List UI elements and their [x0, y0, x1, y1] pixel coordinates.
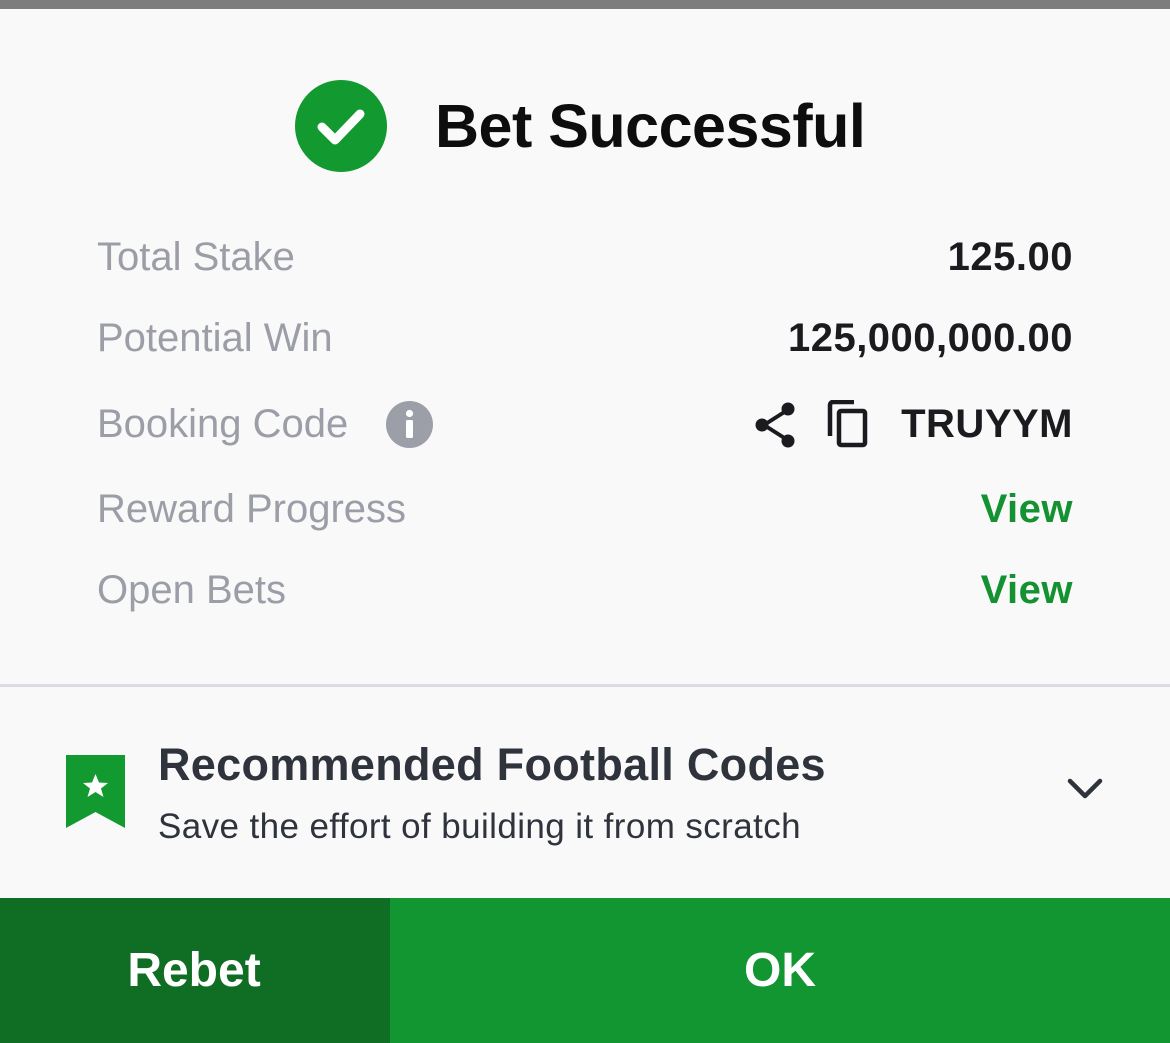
- booking-code-value[interactable]: TRUYYM: [901, 394, 1073, 454]
- recommended-subtitle: Save the effort of building it from scra…: [158, 807, 801, 846]
- booking-code-row: Booking Code TRUYYM: [97, 394, 1073, 454]
- sheet-top-edge: [0, 0, 1170, 9]
- check-circle-icon: [295, 80, 387, 172]
- copy-icon[interactable]: [826, 399, 870, 453]
- info-icon[interactable]: [386, 401, 433, 448]
- open-bets-row: Open Bets View: [97, 560, 1073, 620]
- page-title: Bet Successful: [435, 92, 866, 160]
- total-stake-label: Total Stake: [97, 235, 295, 279]
- reward-progress-row: Reward Progress View: [97, 479, 1073, 539]
- open-bets-label: Open Bets: [97, 568, 287, 612]
- share-icon[interactable]: [753, 401, 799, 454]
- ok-button[interactable]: OK: [390, 898, 1170, 1043]
- total-stake-value: 125.00: [947, 235, 1073, 279]
- potential-win-value: 125,000,000.00: [787, 316, 1073, 360]
- open-bets-view-link[interactable]: View: [981, 560, 1073, 620]
- bookmark-star-icon: [66, 755, 126, 834]
- reward-progress-view-link[interactable]: View: [981, 479, 1073, 539]
- success-header: Bet Successful: [0, 80, 1170, 172]
- rebet-button[interactable]: Rebet: [0, 898, 390, 1043]
- booking-code-label: Booking Code: [97, 402, 349, 446]
- recommended-codes-panel[interactable]: Recommended Football Codes Save the effo…: [0, 687, 1170, 898]
- recommended-title: Recommended Football Codes: [158, 739, 826, 790]
- potential-win-label: Potential Win: [97, 316, 333, 360]
- reward-progress-label: Reward Progress: [97, 487, 407, 531]
- chevron-down-icon[interactable]: [1066, 777, 1104, 806]
- bet-success-sheet: Bet Successful Total Stake 125.00 Potent…: [0, 0, 1170, 1043]
- total-stake-row: Total Stake 125.00: [97, 227, 1073, 287]
- potential-win-row: Potential Win 125,000,000.00: [97, 308, 1073, 368]
